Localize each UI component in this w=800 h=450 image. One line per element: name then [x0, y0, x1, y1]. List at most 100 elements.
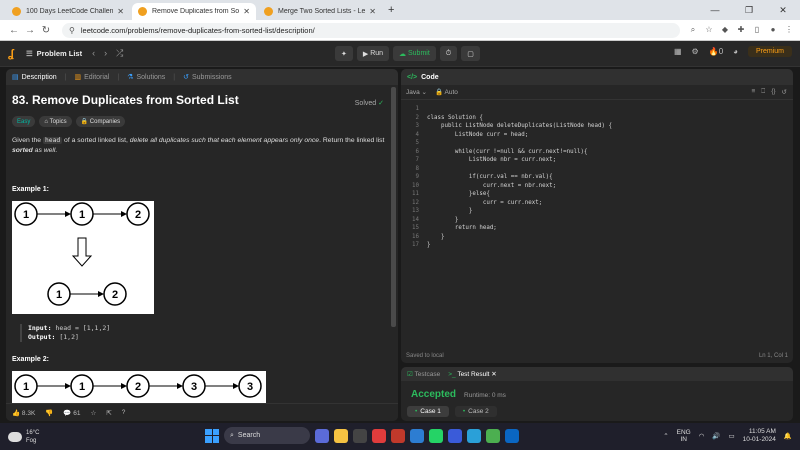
- chevron-left-icon[interactable]: ‹: [92, 48, 95, 59]
- site-info-icon[interactable]: ⚲: [69, 26, 75, 35]
- problem-list-button[interactable]: ☰ Problem List: [26, 49, 82, 58]
- submit-button[interactable]: ☁ Submit: [393, 46, 436, 61]
- code-line[interactable]: [427, 105, 612, 114]
- back-arrow-icon[interactable]: ←: [6, 25, 22, 36]
- windows-start-icon[interactable]: [205, 428, 219, 443]
- code-line[interactable]: while(curr !=null && curr.next!=null){: [427, 148, 612, 157]
- new-tab-button[interactable]: +: [388, 4, 394, 16]
- problem-title[interactable]: 83. Remove Duplicates from Sorted List: [12, 93, 392, 107]
- notes-icon[interactable]: ▢: [461, 46, 480, 61]
- mcafee-icon[interactable]: [391, 428, 405, 443]
- code-line[interactable]: curr.next = nbr.next;: [427, 182, 612, 191]
- close-tab-icon[interactable]: ✕: [117, 7, 124, 16]
- close-tab-icon[interactable]: ✕: [243, 7, 250, 16]
- tab-submissions[interactable]: ↺ Submissions: [183, 73, 232, 82]
- autocomplete-toggle[interactable]: 🔒 Auto: [435, 88, 458, 96]
- case-tab-2[interactable]: • Case 2: [454, 406, 497, 417]
- case-tab-1[interactable]: • Case 1: [407, 406, 449, 417]
- code-line[interactable]: }: [427, 207, 612, 216]
- language-select[interactable]: Java ⌄: [406, 88, 427, 96]
- profile-avatar-icon[interactable]: ●: [768, 25, 778, 35]
- weather-widget[interactable]: 16°C Fog: [0, 429, 120, 445]
- help-icon[interactable]: ?: [122, 409, 126, 416]
- scroll-thumb[interactable]: [391, 87, 396, 327]
- bookmark-star-icon[interactable]: ☆: [704, 25, 714, 35]
- code-line[interactable]: }else{: [427, 190, 612, 199]
- tab-solutions[interactable]: ⚗ Solutions: [127, 73, 165, 82]
- code-line[interactable]: class Solution {: [427, 114, 612, 123]
- dislike-icon[interactable]: 👎: [45, 409, 53, 417]
- menu-dots-icon[interactable]: ⋮: [784, 25, 794, 35]
- user-avatar[interactable]: ◕: [733, 47, 738, 56]
- minimize-icon[interactable]: —: [698, 0, 732, 20]
- sidebar-icon[interactable]: ▯: [752, 25, 762, 35]
- code-line[interactable]: }: [427, 233, 612, 242]
- puzzle-icon[interactable]: ✚: [736, 25, 746, 35]
- code-line[interactable]: ListNode curr = head;: [427, 131, 612, 140]
- teams-icon[interactable]: [315, 428, 329, 443]
- close-icon[interactable]: ✕: [491, 371, 496, 378]
- chevron-up-icon[interactable]: ⌃: [663, 432, 668, 440]
- code-line[interactable]: ListNode nbr = curr.next;: [427, 156, 612, 165]
- close-tab-icon[interactable]: ✕: [369, 7, 376, 16]
- timer-icon[interactable]: ⏱: [439, 46, 458, 61]
- code-editor[interactable]: 1 2 3 4 5 6 7 8 9 10 11 12 13 14 15 16 17 class Solution…: [401, 100, 793, 250]
- code-line[interactable]: curr = curr.next;: [427, 199, 612, 208]
- bookmark-icon[interactable]: ⎕: [761, 88, 765, 96]
- tab-editorial[interactable]: ▥ Editorial: [74, 73, 109, 82]
- reload-icon[interactable]: ↻: [38, 25, 54, 36]
- wifi-icon[interactable]: ◠: [699, 432, 705, 440]
- extension-icon[interactable]: ◆: [720, 25, 730, 35]
- code-lines[interactable]: class Solution { public ListNode deleteD…: [423, 105, 612, 250]
- code-line[interactable]: [427, 165, 612, 174]
- tab-testcase[interactable]: ☑ Testcase: [407, 370, 440, 378]
- settings-gear-icon[interactable]: ⚙: [692, 47, 699, 56]
- edge-icon[interactable]: [410, 428, 424, 443]
- app-icon[interactable]: [372, 428, 386, 443]
- run-button[interactable]: ▶ Run: [356, 46, 390, 61]
- store-icon[interactable]: [353, 428, 367, 443]
- browser-tab-3[interactable]: Merge Two Sorted Lists - Leet ✕: [258, 3, 382, 20]
- description-scrollbar[interactable]: [391, 87, 396, 399]
- close-window-icon[interactable]: ✕: [766, 0, 800, 20]
- chrome-icon[interactable]: [486, 428, 500, 443]
- browser-tab-1[interactable]: 100 Days LeetCode Challenge ✕: [6, 3, 130, 20]
- notification-bell-icon[interactable]: 🔔: [784, 432, 792, 440]
- linkedin-icon[interactable]: [505, 428, 519, 443]
- maximize-icon[interactable]: ❐: [732, 0, 766, 20]
- like-button[interactable]: 👍 8.3K: [12, 409, 35, 417]
- file-explorer-icon[interactable]: [334, 428, 348, 443]
- format-icon[interactable]: ≡: [752, 88, 756, 96]
- braces-icon[interactable]: {}: [771, 88, 775, 96]
- volume-icon[interactable]: 🔊: [712, 432, 720, 440]
- code-line[interactable]: public ListNode deleteDuplicates(ListNod…: [427, 122, 612, 131]
- whatsapp-icon[interactable]: [429, 428, 443, 443]
- debug-button[interactable]: ✦: [335, 46, 353, 61]
- code-line[interactable]: return head;: [427, 224, 612, 233]
- taskbar-search[interactable]: ⌕ Search: [224, 427, 310, 444]
- share-icon[interactable]: ⇱: [106, 409, 111, 417]
- tab-test-result[interactable]: >_ Test Result ✕: [448, 370, 497, 378]
- comments-button[interactable]: 💬 61: [63, 409, 80, 417]
- browser-tab-2[interactable]: Remove Duplicates from Sorted ✕: [132, 3, 256, 20]
- premium-button[interactable]: Premium: [747, 46, 792, 57]
- leetcode-logo-icon[interactable]: ʆ: [8, 48, 14, 60]
- companies-tag[interactable]: 🔒 Companies: [75, 116, 126, 127]
- code-line[interactable]: if(curr.val == nbr.val){: [427, 173, 612, 182]
- forward-arrow-icon[interactable]: →: [22, 25, 38, 36]
- favorite-star-icon[interactable]: ☆: [91, 409, 97, 417]
- battery-icon[interactable]: ▭: [729, 432, 735, 440]
- code-line[interactable]: }: [427, 216, 612, 225]
- tab-description[interactable]: ▤ Description: [12, 73, 57, 82]
- streak-counter[interactable]: 🔥0: [709, 47, 723, 56]
- code-line[interactable]: [427, 139, 612, 148]
- topics-tag[interactable]: ⌂ Topics: [39, 116, 72, 127]
- reset-icon[interactable]: ↺: [782, 88, 787, 96]
- code-editor-icon[interactable]: [448, 428, 462, 443]
- telegram-icon[interactable]: [467, 428, 481, 443]
- language-indicator[interactable]: ENG IN: [677, 429, 691, 443]
- layout-icon[interactable]: ▦: [674, 47, 682, 56]
- search-icon[interactable]: ⌕: [688, 25, 698, 35]
- clock[interactable]: 11:05 AM 10-01-2024: [743, 428, 776, 444]
- shuffle-icon[interactable]: ⤮: [116, 48, 123, 59]
